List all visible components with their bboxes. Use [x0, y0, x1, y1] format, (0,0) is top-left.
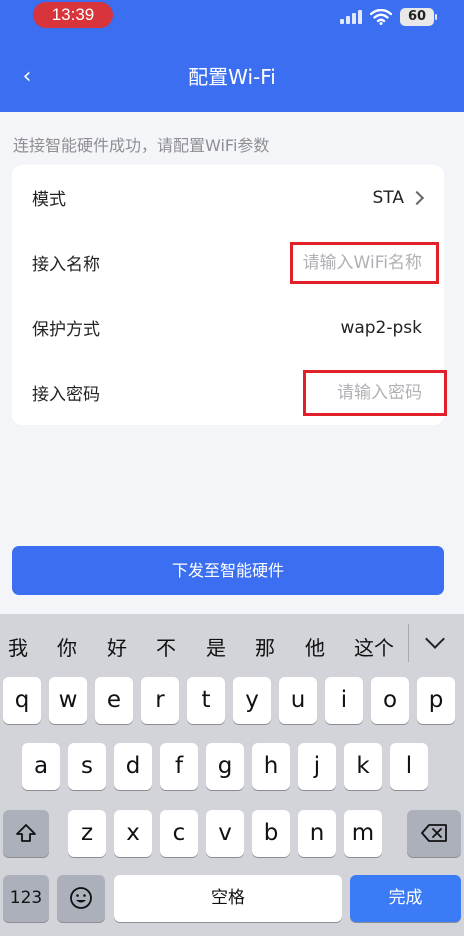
submit-button[interactable]: 下发至智能硬件 — [12, 546, 444, 595]
key-t[interactable]: t — [187, 677, 225, 724]
key-r[interactable]: r — [141, 677, 179, 724]
key-a[interactable]: a — [22, 743, 60, 790]
candidate-word[interactable]: 那 — [255, 632, 275, 661]
mode-label: 模式 — [32, 190, 66, 210]
delete-key[interactable] — [407, 810, 461, 857]
candidate-word[interactable]: 你 — [57, 632, 77, 661]
key-c[interactable]: c — [160, 810, 198, 857]
key-w[interactable]: w — [49, 677, 87, 724]
candidate-word[interactable]: 好 — [107, 632, 127, 661]
battery-icon: 60 — [400, 8, 437, 26]
key-k[interactable]: k — [344, 743, 382, 790]
status-time: 13:39 — [33, 2, 113, 28]
candidate-word[interactable]: 这个 — [354, 632, 394, 661]
key-x[interactable]: x — [114, 810, 152, 857]
key-b[interactable]: b — [252, 810, 290, 857]
done-key[interactable]: 完成 — [350, 875, 461, 922]
key-m[interactable]: m — [344, 810, 382, 857]
wifi-icon — [370, 9, 392, 25]
key-p[interactable]: p — [417, 677, 455, 724]
key-h[interactable]: h — [252, 743, 290, 790]
shift-icon — [16, 824, 36, 842]
security-value: wap2-psk — [340, 317, 422, 338]
password-highlight-box — [303, 370, 447, 416]
status-icons: 60 — [340, 6, 437, 28]
key-q[interactable]: q — [3, 677, 41, 724]
header: 13:39 60 ‹ 配置Wi-Fi — [0, 0, 464, 112]
candidate-word[interactable]: 是 — [206, 632, 226, 661]
mode-row[interactable]: 模式 STA — [12, 165, 444, 230]
mode-value-text: STA — [372, 187, 405, 208]
emoji-key[interactable] — [57, 875, 105, 922]
key-s[interactable]: s — [68, 743, 106, 790]
chevron-down-icon[interactable] — [424, 630, 448, 654]
key-y[interactable]: y — [233, 677, 271, 724]
password-label: 接入密码 — [32, 385, 100, 405]
candidate-word[interactable]: 我 — [8, 632, 28, 661]
shift-key[interactable] — [3, 810, 49, 857]
key-l[interactable]: l — [390, 743, 428, 790]
security-label: 保护方式 — [32, 320, 100, 340]
emoji-icon — [70, 887, 92, 909]
config-hint: 连接智能硬件成功，请配置WiFi参数 — [13, 136, 270, 155]
keyboard: 我 你 好 不 是 那 他 这个 q w e r t y u i o p a s… — [0, 614, 464, 936]
key-o[interactable]: o — [371, 677, 409, 724]
candidate-word[interactable]: 不 — [156, 632, 176, 661]
key-v[interactable]: v — [206, 810, 244, 857]
mode-value: STA — [372, 187, 425, 208]
key-e[interactable]: e — [95, 677, 133, 724]
space-key[interactable]: 空格 — [114, 875, 342, 922]
page-title: 配置Wi-Fi — [188, 65, 276, 89]
key-z[interactable]: z — [68, 810, 106, 857]
chevron-right-icon — [409, 190, 425, 205]
key-u[interactable]: u — [279, 677, 317, 724]
candidate-separator — [408, 624, 409, 662]
candidate-word[interactable]: 他 — [305, 632, 325, 661]
key-i[interactable]: i — [325, 677, 363, 724]
key-j[interactable]: j — [298, 743, 336, 790]
key-f[interactable]: f — [160, 743, 198, 790]
key-g[interactable]: g — [206, 743, 244, 790]
key-d[interactable]: d — [114, 743, 152, 790]
ssid-highlight-box — [290, 242, 439, 284]
signal-icon — [340, 10, 362, 24]
backspace-icon — [421, 824, 447, 842]
security-row: 保护方式 wap2-psk — [12, 295, 444, 360]
ssid-label: 接入名称 — [32, 255, 100, 275]
key-n[interactable]: n — [298, 810, 336, 857]
numbers-key[interactable]: 123 — [3, 875, 49, 922]
candidate-bar: 我 你 好 不 是 那 他 这个 — [0, 614, 464, 674]
